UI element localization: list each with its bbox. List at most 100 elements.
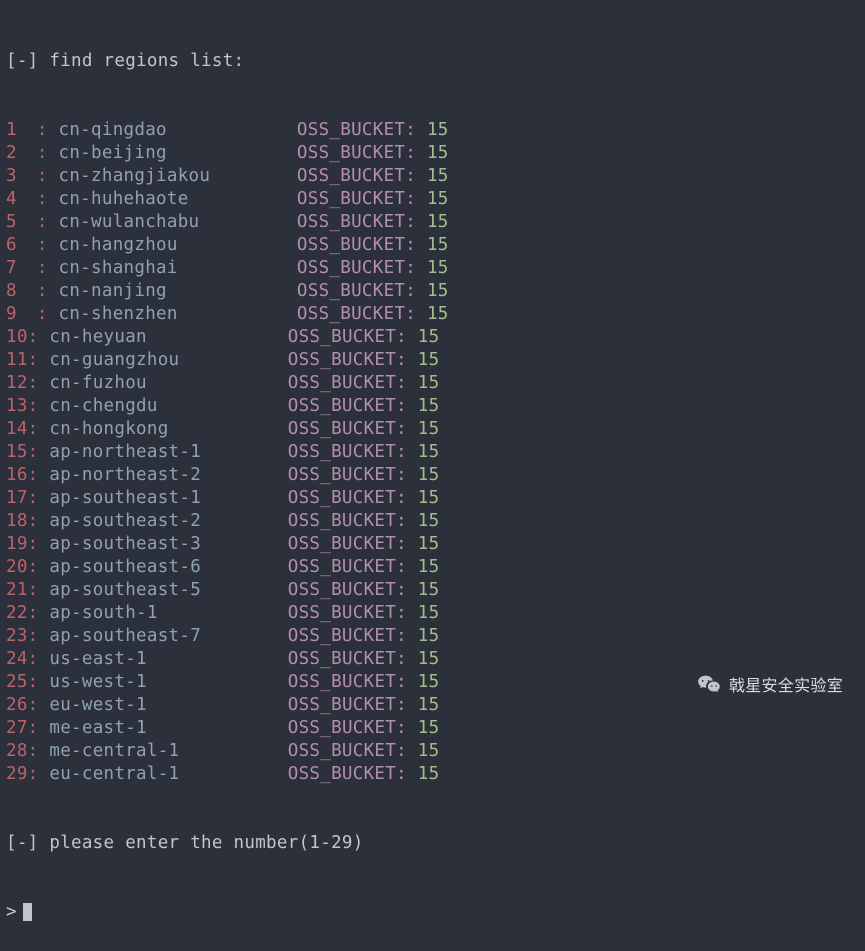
- region-row: 1 : cn-qingdao OSS_BUCKET: 15: [6, 119, 859, 142]
- region-index: 7: [6, 257, 26, 280]
- bucket-colon: :: [405, 304, 427, 324]
- input-prompt[interactable]: [-] please enter the number(1-29): [6, 832, 859, 855]
- index-separator: :: [28, 764, 39, 784]
- region-index: 3: [6, 165, 26, 188]
- region-index: 6: [6, 234, 26, 257]
- bucket-label: OSS_BUCKET: [288, 534, 396, 554]
- bucket-label: OSS_BUCKET: [288, 603, 396, 623]
- index-separator: :: [26, 212, 48, 232]
- index-separator: :: [28, 718, 39, 738]
- region-name: cn-chengdu: [49, 396, 157, 416]
- region-row: 5 : cn-wulanchabu OSS_BUCKET: 15: [6, 211, 859, 234]
- index-separator: :: [28, 557, 39, 577]
- region-row: 29: eu-central-1 OSS_BUCKET: 15: [6, 763, 859, 786]
- bucket-label: OSS_BUCKET: [288, 327, 396, 347]
- index-separator: :: [28, 511, 39, 531]
- index-separator: :: [28, 649, 39, 669]
- index-separator: :: [28, 350, 39, 370]
- bucket-label: OSS_BUCKET: [288, 718, 396, 738]
- bucket-colon: :: [405, 120, 427, 140]
- bucket-label: OSS_BUCKET: [288, 557, 396, 577]
- bucket-colon: :: [396, 557, 418, 577]
- bucket-colon: :: [405, 212, 427, 232]
- index-separator: :: [28, 488, 39, 508]
- bucket-label: OSS_BUCKET: [288, 649, 396, 669]
- bucket-label: OSS_BUCKET: [288, 580, 396, 600]
- bucket-label: OSS_BUCKET: [297, 235, 405, 255]
- bucket-colon: :: [396, 327, 418, 347]
- index-separator: :: [28, 695, 39, 715]
- bucket-value: 15: [418, 373, 440, 393]
- region-name: us-west-1: [49, 672, 147, 692]
- region-index: 19: [6, 533, 28, 556]
- bucket-label: OSS_BUCKET: [297, 212, 405, 232]
- bucket-colon: :: [405, 166, 427, 186]
- bucket-value: 15: [418, 649, 440, 669]
- bucket-colon: :: [396, 465, 418, 485]
- region-name: ap-southeast-2: [49, 511, 201, 531]
- region-index: 20: [6, 556, 28, 579]
- region-index: 21: [6, 579, 28, 602]
- bucket-label: OSS_BUCKET: [297, 281, 405, 301]
- index-separator: :: [26, 166, 48, 186]
- region-row: 16: ap-northeast-2 OSS_BUCKET: 15: [6, 464, 859, 487]
- bucket-label: OSS_BUCKET: [297, 189, 405, 209]
- region-row: 14: cn-hongkong OSS_BUCKET: 15: [6, 418, 859, 441]
- index-separator: :: [28, 603, 39, 623]
- index-separator: :: [28, 373, 39, 393]
- bucket-value: 15: [418, 327, 440, 347]
- bucket-value: 15: [418, 580, 440, 600]
- region-index: 29: [6, 763, 28, 786]
- watermark-text: 戟星安全实验室: [729, 672, 843, 696]
- bucket-value: 15: [418, 488, 440, 508]
- cursor-line[interactable]: >: [6, 901, 859, 924]
- region-name: ap-south-1: [49, 603, 157, 623]
- region-index: 16: [6, 464, 28, 487]
- region-name: cn-hongkong: [49, 419, 168, 439]
- region-row: 4 : cn-huhehaote OSS_BUCKET: 15: [6, 188, 859, 211]
- bucket-colon: :: [396, 419, 418, 439]
- region-name: cn-beijing: [59, 143, 167, 163]
- region-name: cn-shenzhen: [59, 304, 178, 324]
- bucket-colon: :: [405, 281, 427, 301]
- index-separator: :: [28, 419, 39, 439]
- bucket-label: OSS_BUCKET: [288, 672, 396, 692]
- bucket-label: OSS_BUCKET: [288, 511, 396, 531]
- index-separator: :: [26, 281, 48, 301]
- bucket-value: 15: [427, 258, 449, 278]
- region-index: 2: [6, 142, 26, 165]
- bucket-colon: :: [396, 396, 418, 416]
- bucket-label: OSS_BUCKET: [288, 396, 396, 416]
- region-index: 5: [6, 211, 26, 234]
- bucket-label: OSS_BUCKET: [288, 626, 396, 646]
- region-index: 4: [6, 188, 26, 211]
- bucket-colon: :: [396, 442, 418, 462]
- region-index: 11: [6, 349, 28, 372]
- bucket-value: 15: [418, 534, 440, 554]
- region-index: 24: [6, 648, 28, 671]
- region-index: 22: [6, 602, 28, 625]
- index-separator: :: [28, 626, 39, 646]
- bucket-colon: :: [396, 534, 418, 554]
- bucket-value: 15: [418, 603, 440, 623]
- region-name: us-east-1: [49, 649, 147, 669]
- region-name: cn-zhangjiakou: [59, 166, 211, 186]
- bucket-colon: :: [405, 258, 427, 278]
- region-index: 10: [6, 326, 28, 349]
- bucket-value: 15: [427, 212, 449, 232]
- region-name: cn-fuzhou: [49, 373, 147, 393]
- region-index: 14: [6, 418, 28, 441]
- region-row: 26: eu-west-1 OSS_BUCKET: 15: [6, 694, 859, 717]
- bucket-value: 15: [418, 442, 440, 462]
- bucket-value: 15: [427, 143, 449, 163]
- bucket-value: 15: [418, 465, 440, 485]
- index-separator: :: [26, 258, 48, 278]
- bucket-label: OSS_BUCKET: [297, 120, 405, 140]
- region-index: 17: [6, 487, 28, 510]
- region-index: 25: [6, 671, 28, 694]
- bucket-label: OSS_BUCKET: [288, 488, 396, 508]
- bucket-value: 15: [418, 695, 440, 715]
- region-row: 3 : cn-zhangjiakou OSS_BUCKET: 15: [6, 165, 859, 188]
- bucket-colon: :: [405, 189, 427, 209]
- region-name: eu-west-1: [49, 695, 147, 715]
